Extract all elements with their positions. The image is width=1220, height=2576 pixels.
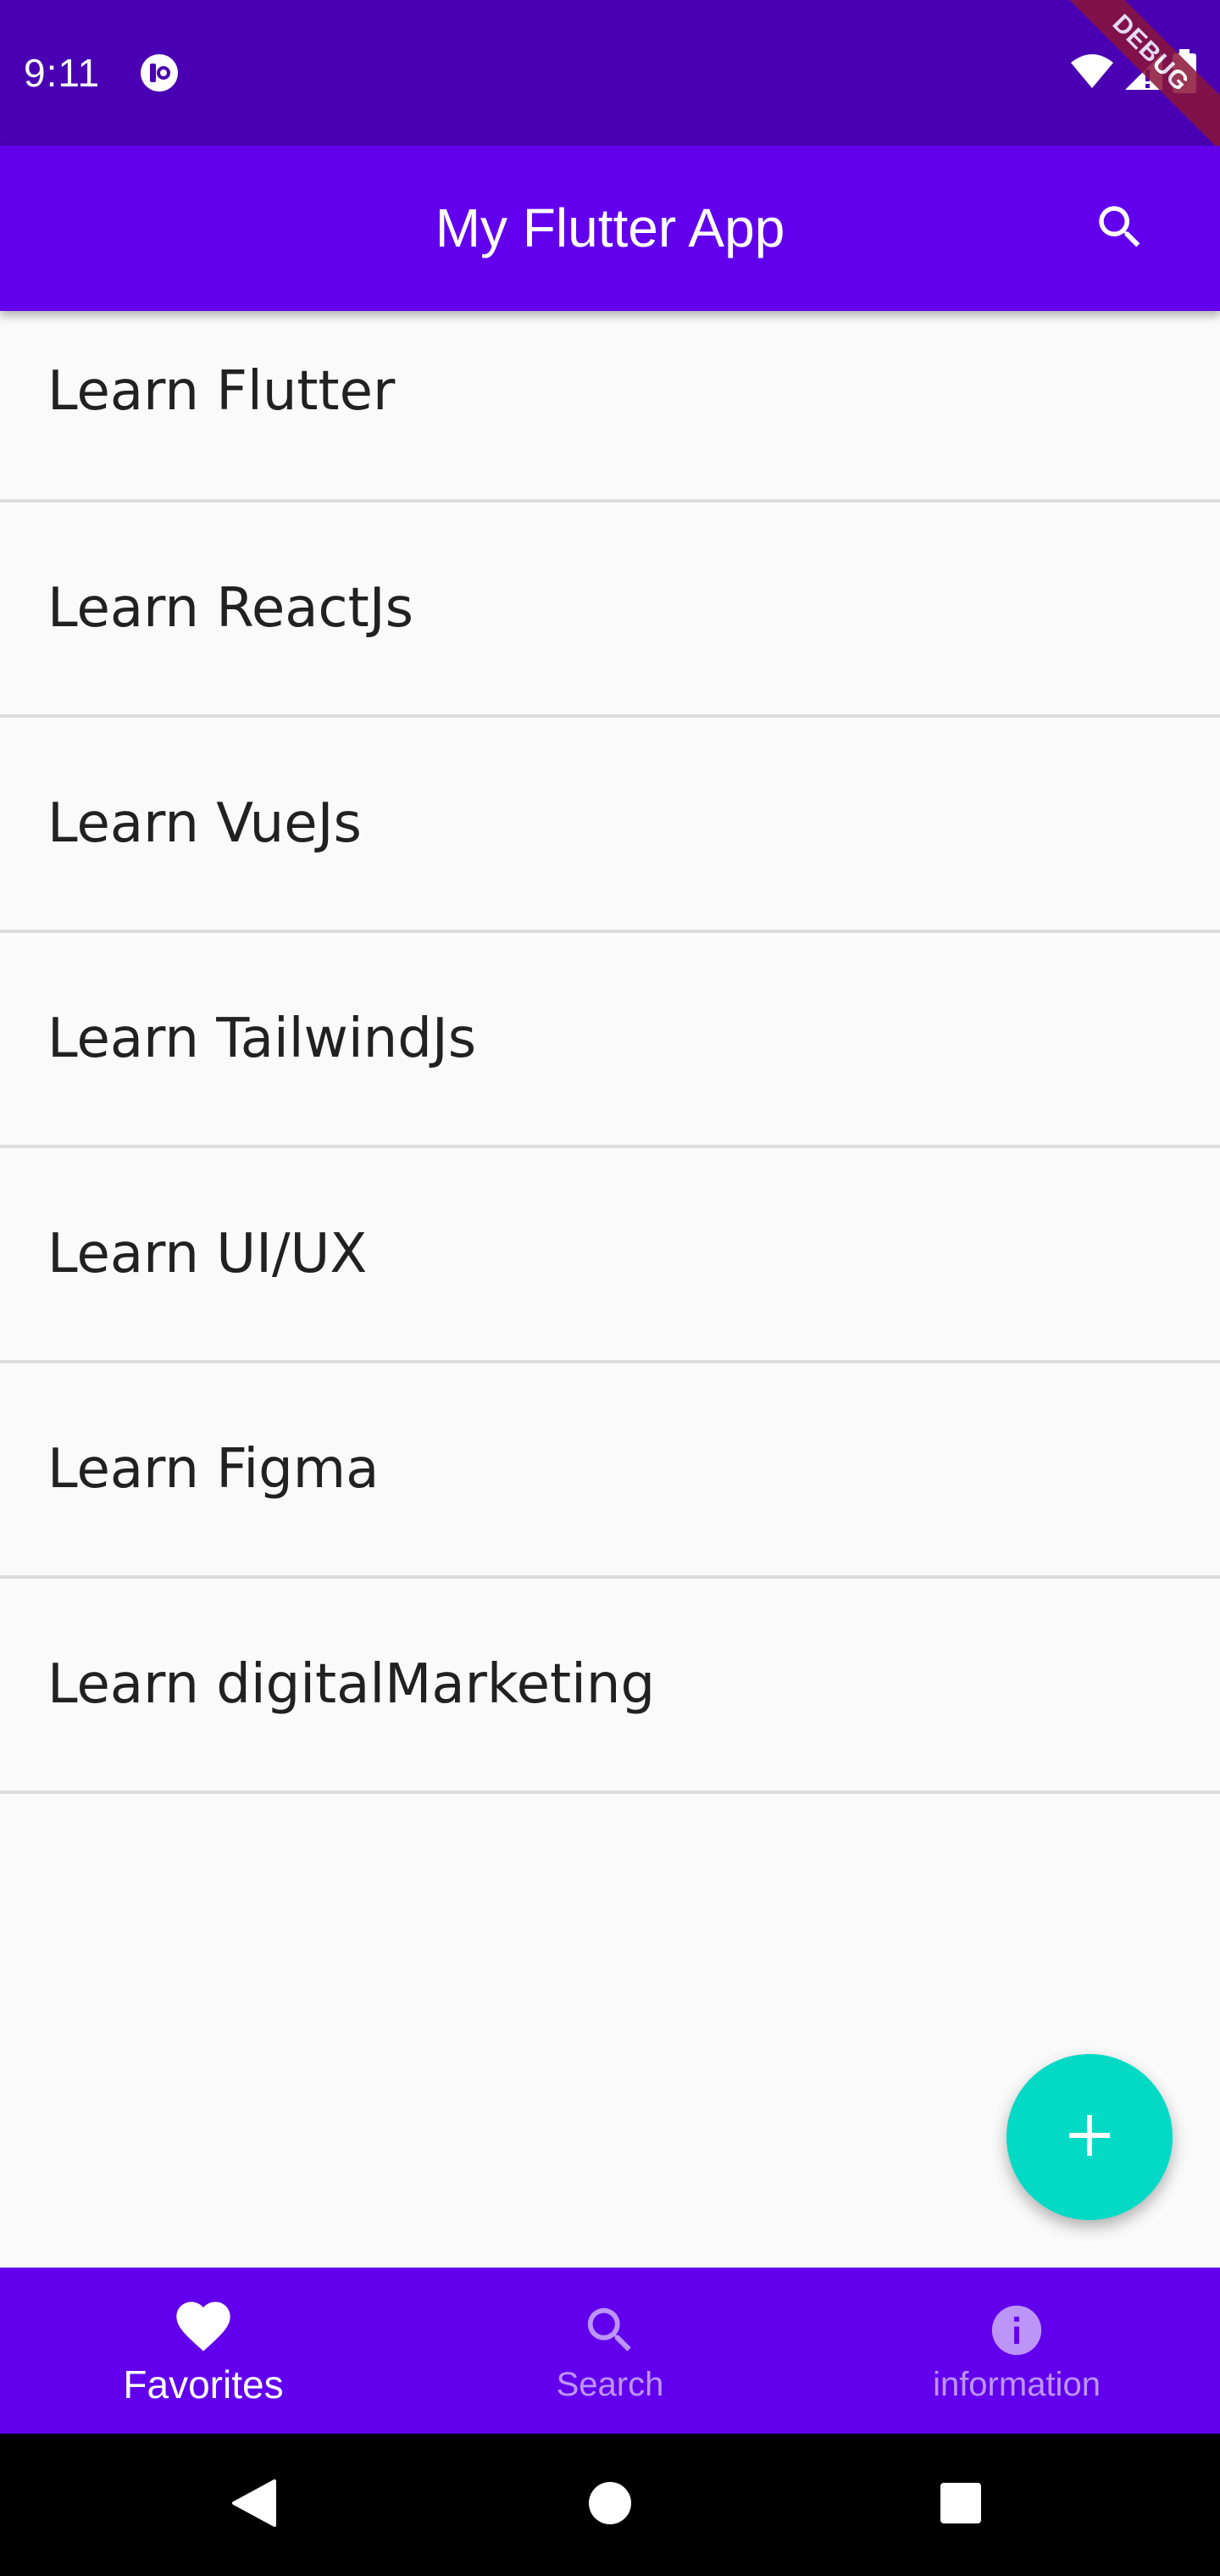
cellular-signal-icon bbox=[1123, 51, 1164, 95]
nav-item-favorites[interactable]: Favorites bbox=[0, 2268, 407, 2434]
list-item-label: Learn UI/UX bbox=[47, 1223, 368, 1285]
list-item[interactable]: Learn Flutter bbox=[0, 311, 1220, 502]
list-item-label: Learn digitalMarketing bbox=[47, 1653, 656, 1716]
search-icon bbox=[1092, 199, 1148, 258]
back-triangle-icon bbox=[230, 2478, 278, 2532]
app-bar: My Flutter App bbox=[0, 146, 1220, 311]
heart-icon bbox=[171, 2294, 236, 2358]
list-item-label: Learn TailwindJs bbox=[47, 1008, 477, 1070]
list-item[interactable]: Learn ReactJs bbox=[0, 502, 1220, 718]
list-item[interactable]: Learn TailwindJs bbox=[0, 933, 1220, 1148]
recents-square-icon bbox=[939, 2481, 983, 2529]
list-item[interactable]: Learn UI/UX bbox=[0, 1148, 1220, 1363]
app-bar-search-button[interactable] bbox=[1088, 197, 1152, 261]
home-button[interactable] bbox=[576, 2471, 644, 2539]
list-item-label: Learn Flutter bbox=[47, 360, 396, 423]
notification-icon bbox=[139, 53, 180, 93]
plus-icon bbox=[1064, 2110, 1115, 2164]
back-button[interactable] bbox=[220, 2471, 288, 2539]
nav-item-label: information bbox=[933, 2365, 1101, 2403]
list-item[interactable]: Learn VueJs bbox=[0, 718, 1220, 933]
list-item-label: Learn VueJs bbox=[47, 792, 362, 855]
list-item-label: Learn ReactJs bbox=[47, 577, 413, 640]
status-bar: 9:11 DEBUG bbox=[0, 0, 1220, 164]
list-item[interactable]: Learn Figma bbox=[0, 1363, 1220, 1579]
bottom-navigation: Favorites Search information bbox=[0, 2268, 1220, 2434]
status-icons bbox=[1069, 49, 1196, 97]
add-item-fab[interactable] bbox=[1006, 2054, 1173, 2220]
search-icon bbox=[578, 2298, 642, 2362]
wifi-icon bbox=[1069, 53, 1115, 93]
app-title: My Flutter App bbox=[435, 197, 785, 258]
todo-list: Learn Flutter Learn ReactJs Learn VueJs … bbox=[0, 311, 1220, 1794]
list-item[interactable]: Learn digitalMarketing bbox=[0, 1579, 1220, 1794]
system-navigation-bar bbox=[0, 2434, 1220, 2576]
nav-item-information[interactable]: information bbox=[813, 2268, 1220, 2434]
nav-item-label: Search bbox=[556, 2365, 664, 2403]
list-item-label: Learn Figma bbox=[47, 1438, 380, 1501]
info-icon bbox=[984, 2298, 1049, 2362]
battery-icon bbox=[1173, 49, 1196, 97]
nav-item-label: Favorites bbox=[123, 2362, 284, 2407]
home-circle-icon bbox=[587, 2480, 633, 2529]
status-time: 9:11 bbox=[24, 51, 101, 95]
recents-button[interactable] bbox=[927, 2471, 995, 2539]
nav-item-search[interactable]: Search bbox=[407, 2268, 813, 2434]
